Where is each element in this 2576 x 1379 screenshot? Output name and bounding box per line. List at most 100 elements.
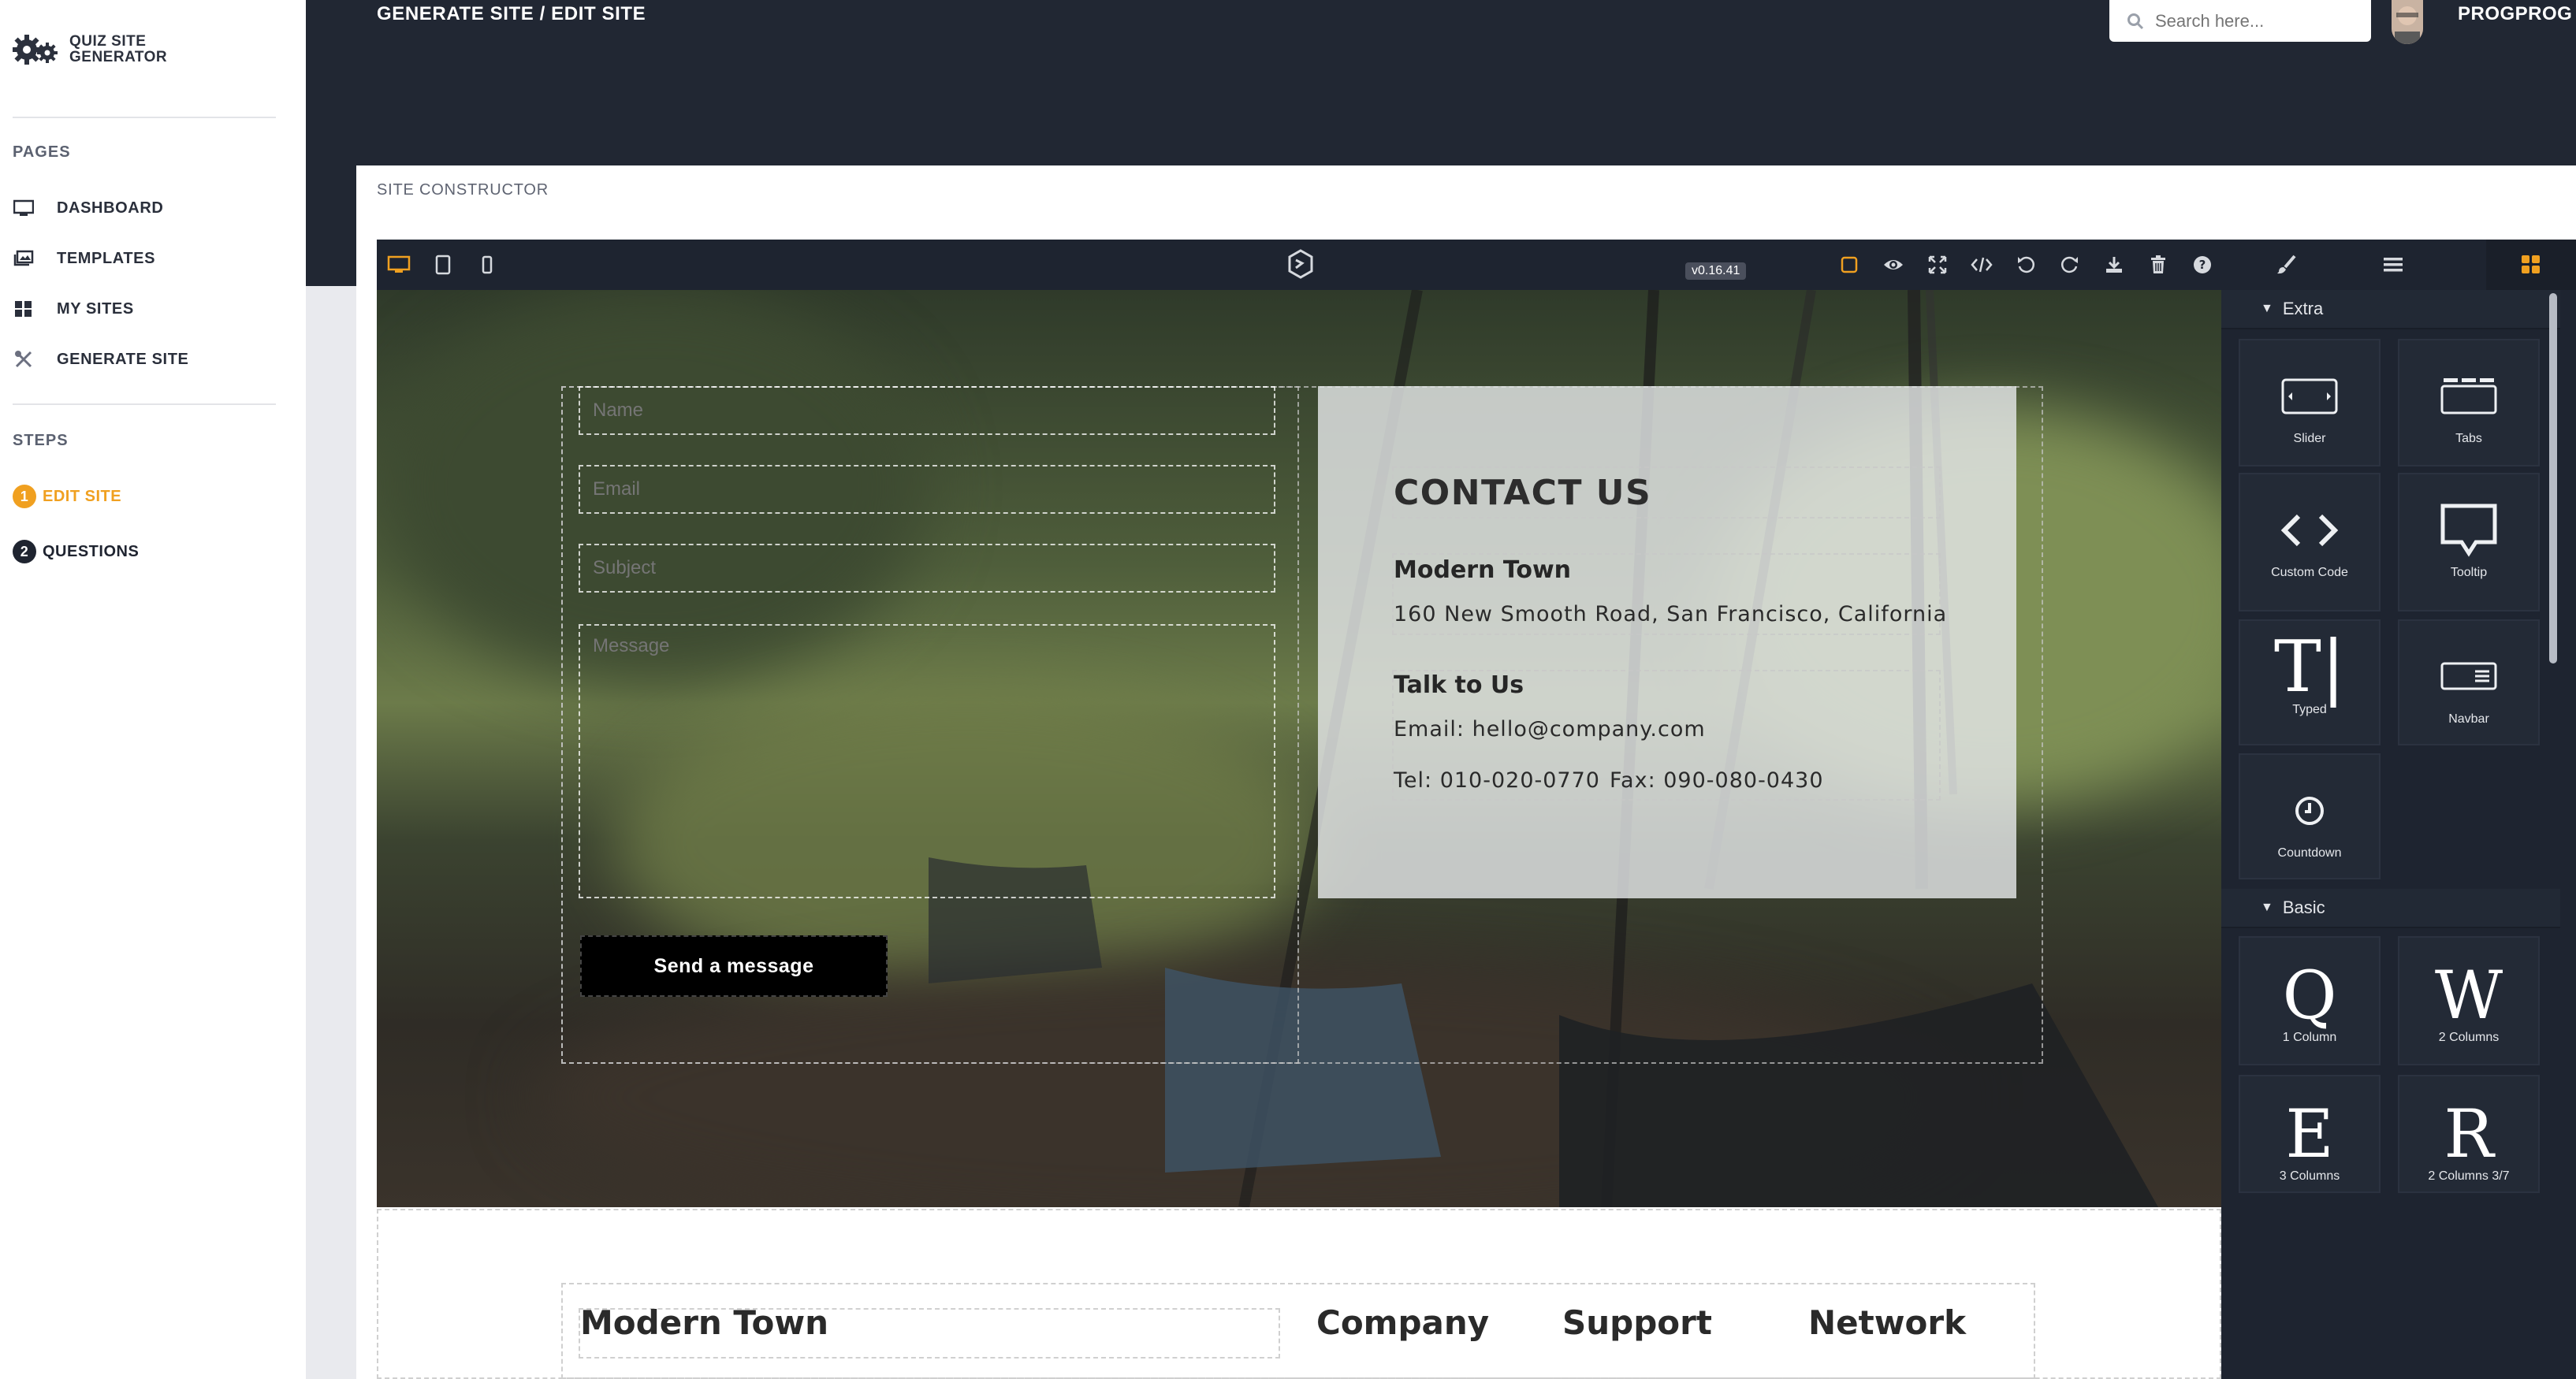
search-icon (2127, 13, 2144, 30)
username[interactable]: PROGPROG (2458, 3, 2572, 25)
menu-icon (2384, 258, 2403, 272)
caret-down-icon: ▼ (2261, 901, 2273, 914)
footer-col-network: Network (1808, 1303, 1967, 1342)
block-tabs[interactable]: Tabs (2398, 339, 2540, 466)
block-glyph: E (2285, 1095, 2334, 1173)
redo-icon (2060, 256, 2078, 273)
sidebar-item-label: GENERATE SITE (57, 350, 189, 368)
tel-text: Tel: 010-020-0770 (1394, 768, 1600, 793)
avatar[interactable] (2392, 0, 2423, 44)
two-columns-icon: W (2435, 960, 2503, 1031)
category-label: Basic (2282, 898, 2325, 917)
name-field[interactable] (579, 386, 1275, 435)
blocks-panel: ▼ Extra Slider Tabs Custom Code Tooltip … (2221, 290, 2576, 1379)
tooltip-icon (2440, 495, 2498, 566)
contact-title: CONTACT US (1394, 473, 1652, 513)
sidebar: QUIZ SITE GENERATOR PAGES DASHBOARD TEMP… (0, 0, 306, 1379)
sidebar-item-generate-site[interactable]: GENERATE SITE (13, 344, 188, 375)
grapes-logo (1283, 247, 1318, 282)
sidebar-item-label: DASHBOARD (57, 199, 164, 217)
typed-icon: T| (2273, 626, 2346, 708)
step-questions[interactable]: 2 QUESTIONS (13, 536, 139, 567)
undo-button[interactable] (2012, 251, 2040, 279)
sidebar-item-dashboard[interactable]: DASHBOARD (13, 192, 163, 224)
panel-scrollbar[interactable] (2549, 293, 2557, 663)
toggle-borders-button[interactable] (1835, 251, 1863, 279)
block-label: 2 Columns (2438, 1031, 2500, 1044)
block-1-column[interactable]: Q 1 Column (2239, 936, 2381, 1065)
device-mobile-button[interactable] (473, 251, 501, 279)
device-tablet-button[interactable] (429, 251, 457, 279)
block-tooltip[interactable]: Tooltip (2398, 473, 2540, 611)
brand-logo[interactable]: QUIZ SITE GENERATOR (13, 30, 167, 69)
delete-button[interactable] (2144, 251, 2172, 279)
address-text: 160 New Smooth Road, San Francisco, Cali… (1394, 602, 1948, 626)
block-2-columns[interactable]: W 2 Columns (2398, 936, 2540, 1065)
block-label: Slider (2293, 432, 2326, 445)
block-countdown[interactable]: Countdown (2239, 753, 2381, 879)
step-edit-site[interactable]: 1 EDIT SITE (13, 481, 121, 512)
caret-down-icon: ▼ (2261, 302, 2273, 315)
search-box (2109, 0, 2371, 42)
block-label: 1 Column (2282, 1031, 2337, 1044)
eye-icon (1884, 260, 1903, 269)
subject-field[interactable] (579, 544, 1275, 593)
step-number: 2 (13, 540, 36, 563)
redo-button[interactable] (2056, 251, 2084, 279)
trash-icon (2151, 255, 2165, 273)
gears-icon (13, 35, 58, 65)
preview-button[interactable] (1879, 251, 1908, 279)
tablet-icon (435, 255, 451, 275)
sidebar-item-label: TEMPLATES (57, 249, 156, 267)
fullscreen-button[interactable] (1923, 251, 1952, 279)
contact-card[interactable] (1318, 386, 2016, 898)
two-columns-37-icon: R (2444, 1098, 2493, 1169)
message-field[interactable] (579, 624, 1275, 898)
email-field[interactable] (579, 465, 1275, 514)
sidebar-divider (13, 403, 276, 405)
grid-icon (13, 299, 35, 318)
send-message-button[interactable]: Send a message (580, 935, 888, 997)
footer-col-modern-town: Modern Town (580, 1303, 829, 1342)
blocks-manager-button[interactable] (2486, 240, 2576, 290)
step-label: EDIT SITE (43, 487, 122, 505)
style-manager-button[interactable] (2272, 251, 2300, 279)
sidebar-item-templates[interactable]: TEMPLATES (13, 243, 155, 274)
block-slider[interactable]: Slider (2239, 339, 2381, 466)
code-view-button[interactable] (1967, 251, 1996, 279)
block-label: Typed (2292, 703, 2327, 716)
block-typed[interactable]: T| Typed (2239, 619, 2381, 745)
block-2-columns-3-7[interactable]: R 2 Columns 3/7 (2398, 1075, 2540, 1193)
category-extra[interactable]: ▼ Extra (2221, 290, 2560, 329)
category-label: Extra (2282, 299, 2324, 318)
search-input[interactable] (2153, 9, 2354, 32)
step-number: 1 (13, 485, 36, 508)
code-icon (1971, 257, 1993, 273)
help-button[interactable]: ? (2188, 251, 2217, 279)
town-label: Modern Town (1394, 556, 1572, 584)
step-label: QUESTIONS (43, 542, 140, 560)
block-navbar[interactable]: Navbar (2398, 619, 2540, 745)
slider-icon (2281, 361, 2338, 432)
block-3-columns[interactable]: E 3 Columns (2239, 1075, 2381, 1193)
sidebar-item-my-sites[interactable]: MY SITES (13, 293, 134, 325)
block-label: 2 Columns 3/7 (2428, 1169, 2510, 1183)
category-basic[interactable]: ▼ Basic (2221, 889, 2560, 928)
editor-toolbar: v0.16.41 ? (377, 240, 2576, 290)
device-desktop-button[interactable] (385, 251, 413, 279)
download-button[interactable] (2100, 251, 2128, 279)
code-icon (2280, 495, 2340, 566)
brush-icon (2277, 255, 2296, 274)
three-columns-icon: E (2285, 1098, 2333, 1169)
version-badge: v0.16.41 (1685, 262, 1747, 280)
email-text: Email: hello@company.com (1394, 717, 1706, 742)
mobile-icon (482, 255, 493, 274)
layer-manager-button[interactable] (2379, 251, 2407, 279)
block-custom-code[interactable]: Custom Code (2239, 473, 2381, 611)
brand-name: QUIZ SITE GENERATOR (69, 34, 167, 65)
brand-line1: QUIZ SITE (69, 33, 147, 50)
block-label: Tabs (2455, 432, 2482, 445)
card-title: SITE CONSTRUCTOR (377, 181, 549, 199)
block-glyph: W (2434, 957, 2503, 1034)
fullscreen-icon (1928, 255, 1947, 274)
